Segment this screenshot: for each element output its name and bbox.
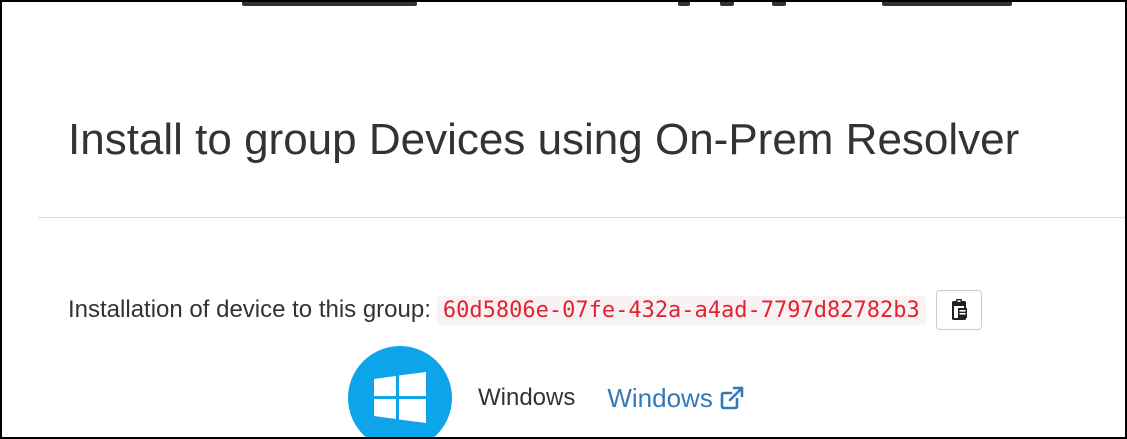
page-title: Install to group Devices using On-Prem R… [68,115,1020,164]
cut-off-top-content [882,2,1012,6]
external-link-icon [719,385,745,411]
copy-group-id-button[interactable] [935,290,982,330]
modal-frame: Install to group Devices using On-Prem R… [0,0,1127,439]
platform-name: Windows [478,384,576,411]
install-label: Installation of device to this group: [68,296,431,323]
platform-row-windows: Windows Windows [348,346,745,437]
divider [38,217,1125,218]
clipboard-paste-icon [948,298,970,322]
cut-off-top-content [242,2,417,6]
windows-download-link[interactable]: Windows [607,383,744,414]
cut-off-top-content [678,2,690,6]
windows-link-label: Windows [607,382,713,413]
group-id-code[interactable]: 60d5806e-07fe-432a-a4ad-7797d82782b3 [436,295,926,325]
cut-off-top-content [772,2,786,6]
cut-off-top-content [720,2,734,6]
windows-logo-icon [348,346,452,437]
install-row: Installation of device to this group: 60… [68,288,982,332]
